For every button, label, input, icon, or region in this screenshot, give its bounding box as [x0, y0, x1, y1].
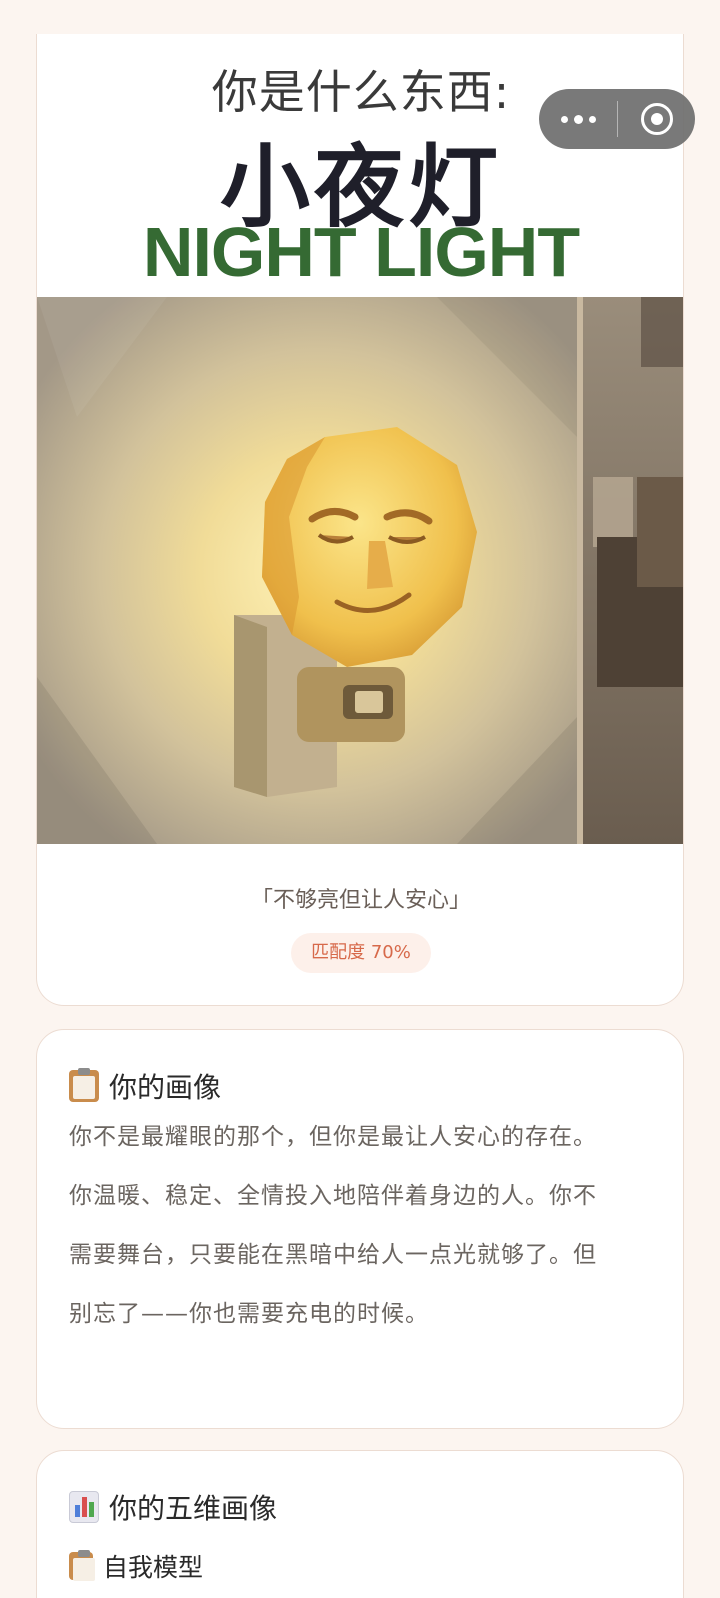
result-card: 你是什么东西: 小夜灯 NIGHT LIGHT 「不够亮但让人安心」 匹配度 7… [36, 34, 684, 1006]
bar-chart-icon [69, 1491, 99, 1523]
result-quote: 「不够亮但让人安心」 [250, 888, 471, 913]
portrait-title: 你的画像 [109, 1071, 222, 1104]
clipboard-icon [69, 1550, 95, 1581]
dimensions-title: 你的五维画像 [109, 1492, 278, 1525]
dimension-item-self-model: 自我模型 [69, 1548, 203, 1584]
dimensions-heading: 你的五维画像 [69, 1487, 277, 1527]
dimensions-card: 你的五维画像 自我模型 [36, 1450, 684, 1598]
portrait-heading: 你的画像 [69, 1066, 221, 1106]
result-name-en: NIGHT LIGHT [142, 213, 580, 291]
portrait-description: 你不是最耀眼的那个，但你是最让人安心的存在。你温暖、稳定、全情投入地陪伴着身边的… [69, 1124, 597, 1327]
clipboard-icon [69, 1068, 99, 1102]
dimension-item-label: 自我模型 [103, 1553, 204, 1582]
more-dots-icon [560, 115, 568, 123]
portrait-card: 你的画像 你不是最耀眼的那个，但你是最让人安心的存在。你温暖、稳定、全情投入地陪… [36, 1029, 684, 1429]
mini-program-capsule [539, 89, 695, 149]
night-light-illustration [37, 297, 683, 844]
match-badge: 匹配度 70% [291, 933, 431, 973]
target-icon [640, 103, 673, 135]
more-options-button[interactable] [539, 89, 617, 149]
close-miniprogram-button[interactable] [618, 89, 695, 149]
